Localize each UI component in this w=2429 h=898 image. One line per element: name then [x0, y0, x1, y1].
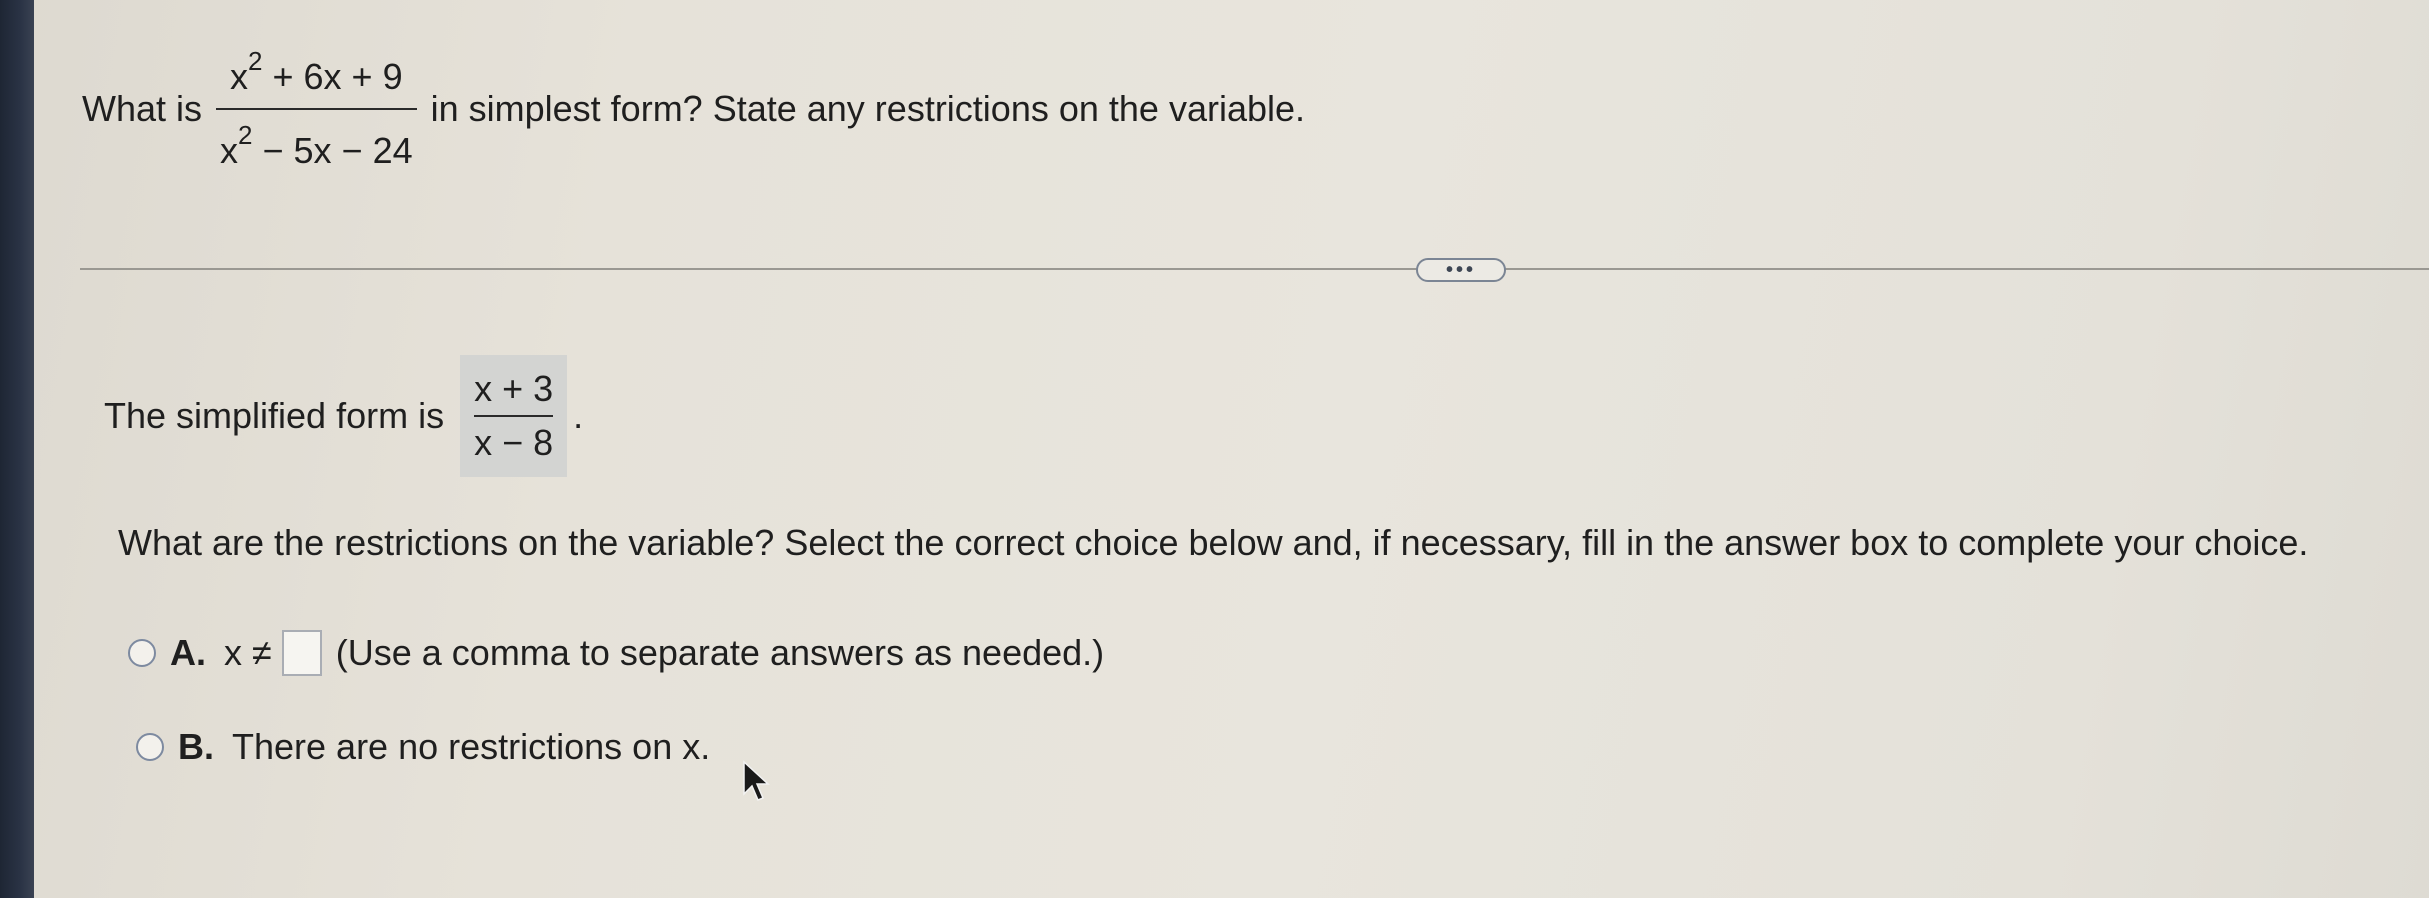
restrictions-prompt: What are the restrictions on the variabl… — [118, 522, 2309, 563]
question-prefix: What is — [82, 88, 203, 129]
restriction-answer-input[interactable] — [281, 630, 322, 676]
choice-a-letter: A. — [170, 632, 206, 673]
screen-left-edge — [0, 0, 34, 898]
choice-b-text: There are no restrictions on x. — [232, 726, 711, 767]
answer-suffix: . — [573, 395, 584, 436]
more-options-button[interactable]: ••• — [1416, 258, 1506, 282]
answer-fraction-box: x + 3 x − 8 — [460, 355, 568, 477]
simplified-answer: The simplified form is x + 3 x − 8 . — [104, 355, 583, 477]
question-denominator: x2 − 5x − 24 — [220, 120, 413, 171]
choice-b[interactable]: B. There are no restrictions on x. — [136, 726, 710, 768]
choice-b-radio[interactable] — [136, 733, 164, 761]
answer-numerator: x + 3 — [474, 368, 554, 409]
section-divider — [80, 268, 2429, 270]
question-numerator: x2 + 6x + 9 — [230, 46, 403, 97]
answer-denominator: x − 8 — [474, 422, 554, 463]
question-text: What is x2 + 6x + 9 x2 − 5x − 24 in simp… — [82, 36, 1305, 182]
choice-a-radio[interactable] — [128, 639, 156, 667]
choice-a-note: (Use a comma to separate answers as need… — [335, 632, 1105, 673]
question-fraction: x2 + 6x + 9 x2 − 5x − 24 — [216, 36, 417, 182]
question-suffix: in simplest form? State any restrictions… — [430, 88, 1306, 129]
choice-a[interactable]: A. x ≠ (Use a comma to separate answers … — [128, 630, 1104, 676]
choice-a-expression: x ≠ — [224, 632, 272, 673]
answer-prefix: The simplified form is — [104, 395, 445, 436]
mouse-pointer-icon — [743, 760, 770, 801]
choice-b-letter: B. — [178, 726, 214, 767]
